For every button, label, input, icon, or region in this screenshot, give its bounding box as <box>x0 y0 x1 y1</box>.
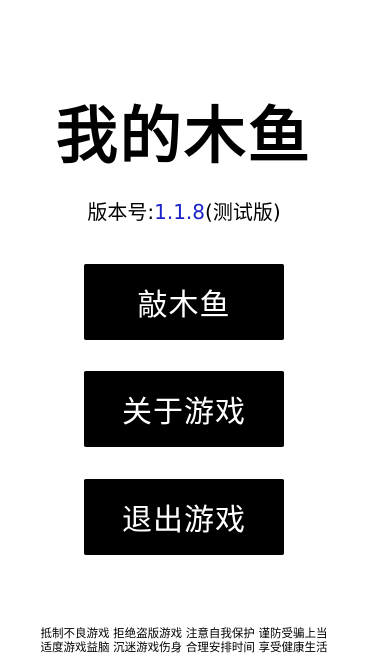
about-game-label: 关于游戏 <box>122 395 246 430</box>
notice-line-2: 适度游戏益脑 沉迷游戏伤身 合理安排时间 享受健康生活 <box>40 640 328 654</box>
version-label: 版本号: <box>87 200 155 224</box>
health-gaming-notice: 抵制不良游戏 拒绝盗版游戏 注意自我保护 谨防受骗上当 适度游戏益脑 沉迷游戏伤… <box>0 626 368 654</box>
version-suffix: (测试版) <box>205 200 281 224</box>
knock-wooden-fish-button[interactable]: 敲木鱼 <box>84 264 284 340</box>
version-line: 版本号:1.1.8(测试版) <box>0 198 368 226</box>
notice-line-1: 抵制不良游戏 拒绝盗版游戏 注意自我保护 谨防受骗上当 <box>40 626 328 640</box>
exit-game-label: 退出游戏 <box>122 503 246 538</box>
game-title: 我的木鱼 <box>55 99 312 172</box>
exit-game-button[interactable]: 退出游戏 <box>84 479 284 555</box>
knock-wooden-fish-label: 敲木鱼 <box>137 288 231 323</box>
about-game-button[interactable]: 关于游戏 <box>84 371 284 447</box>
version-number: 1.1.8 <box>154 200 206 224</box>
